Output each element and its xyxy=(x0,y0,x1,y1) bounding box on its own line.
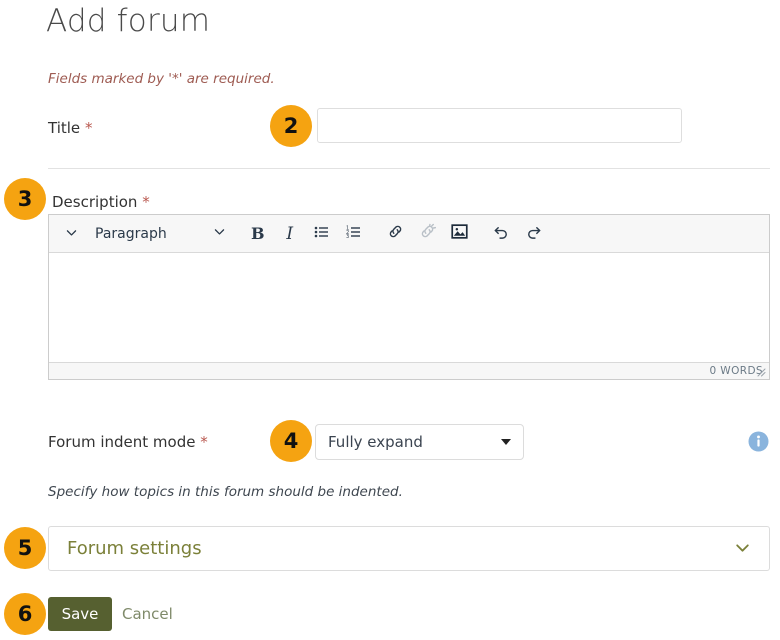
forum-indent-mode-label-text: Forum indent mode xyxy=(48,433,195,451)
forum-indent-mode-select[interactable]: Fully expand xyxy=(315,424,524,460)
description-field-label: Description * xyxy=(52,192,150,212)
editor-status-bar: 0 WORDS xyxy=(49,362,769,379)
bulleted-list-button[interactable] xyxy=(306,219,338,249)
word-count-label: 0 WORDS xyxy=(709,365,763,377)
description-label-text: Description xyxy=(52,193,137,211)
toolbar-expand-toggle-button[interactable] xyxy=(55,219,87,249)
undo-button[interactable] xyxy=(486,219,518,249)
callout-badge-5: 5 xyxy=(4,527,46,569)
title-input[interactable] xyxy=(317,108,682,143)
bold-button[interactable]: B xyxy=(242,219,274,249)
callout-badge-2: 2 xyxy=(270,105,312,147)
redo-button[interactable] xyxy=(518,219,550,249)
numbered-list-icon: 1 2 3 xyxy=(346,224,362,244)
callout-badge-3: 3 xyxy=(4,178,46,220)
save-button[interactable]: Save xyxy=(48,597,112,631)
info-circle-icon[interactable] xyxy=(748,431,769,452)
unlink-button[interactable] xyxy=(412,219,444,249)
page-title: Add forum xyxy=(46,0,210,42)
forum-settings-accordion-title: Forum settings xyxy=(67,538,734,560)
callout-badge-4: 4 xyxy=(270,420,312,462)
callout-badge-6: 6 xyxy=(4,593,46,635)
bulleted-list-icon xyxy=(314,224,330,244)
section-divider xyxy=(48,168,770,169)
undo-icon xyxy=(493,223,510,244)
chevron-down-icon xyxy=(65,225,78,243)
title-required-marker: * xyxy=(85,119,93,137)
paragraph-format-label: Paragraph xyxy=(95,226,213,242)
editor-toolbar: Paragraph B I 1 2 3 xyxy=(49,215,769,253)
description-required-marker: * xyxy=(142,193,150,211)
title-field-label: Title * xyxy=(48,118,92,138)
image-button[interactable] xyxy=(444,219,476,249)
redo-icon xyxy=(525,223,542,244)
description-editor[interactable]: Paragraph B I 1 2 3 xyxy=(48,214,770,380)
forum-indent-mode-help-text: Specify how topics in this forum should … xyxy=(48,483,403,501)
required-fields-note: Fields marked by '*' are required. xyxy=(48,70,275,88)
description-editor-body[interactable] xyxy=(49,253,769,362)
forum-indent-mode-label: Forum indent mode * xyxy=(48,432,208,452)
forum-indent-mode-selected-value: Fully expand xyxy=(328,433,423,451)
unlink-icon xyxy=(419,223,436,244)
italic-button[interactable]: I xyxy=(274,219,306,249)
chevron-down-icon xyxy=(734,539,751,559)
forum-indent-mode-required-marker: * xyxy=(200,433,208,451)
chevron-down-icon xyxy=(213,225,226,242)
link-button[interactable] xyxy=(380,219,412,249)
resize-grip-icon[interactable] xyxy=(756,367,766,377)
paragraph-format-dropdown[interactable]: Paragraph xyxy=(87,219,230,249)
link-icon xyxy=(387,223,404,244)
svg-text:3: 3 xyxy=(346,234,349,240)
title-label-text: Title xyxy=(48,119,80,137)
cancel-button[interactable]: Cancel xyxy=(122,604,173,624)
triangle-down-icon xyxy=(501,439,511,445)
image-icon xyxy=(451,223,468,244)
forum-settings-accordion[interactable]: Forum settings xyxy=(48,526,770,571)
numbered-list-button[interactable]: 1 2 3 xyxy=(338,219,370,249)
